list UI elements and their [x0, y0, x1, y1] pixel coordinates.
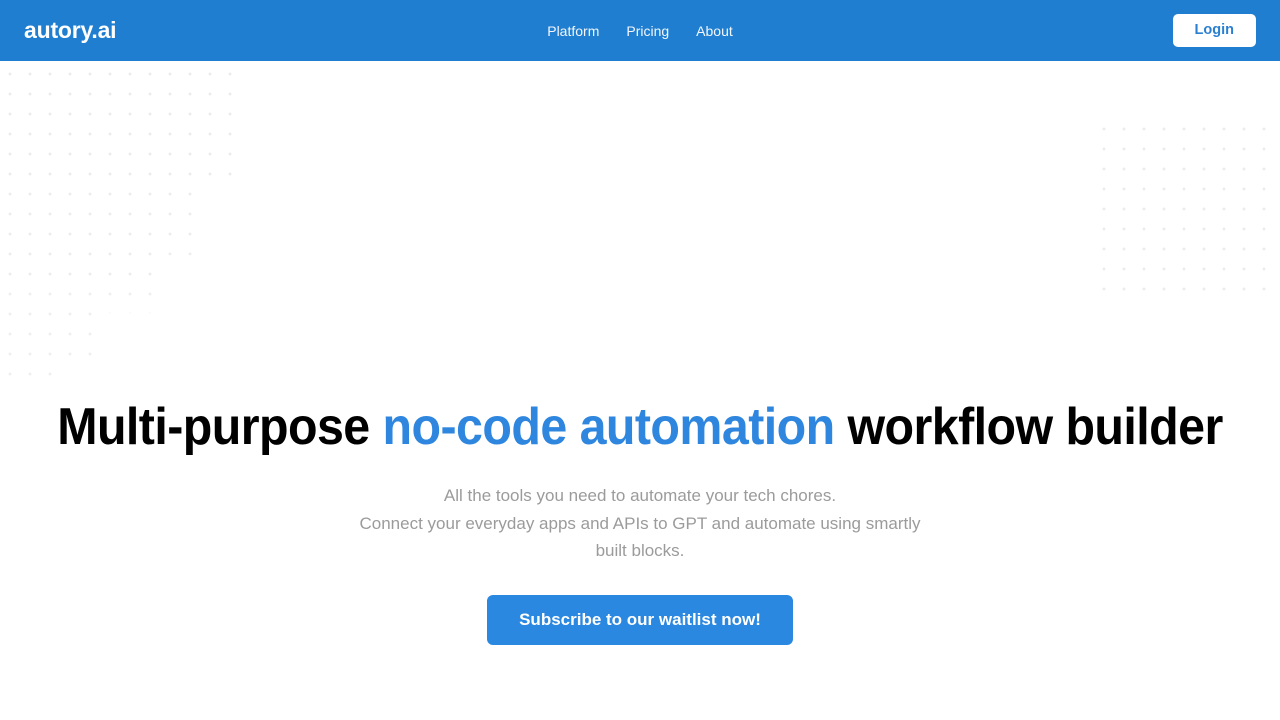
hero-section: Multi-purpose no-code automation workflo…: [0, 61, 1280, 645]
nav-item-platform[interactable]: Platform: [547, 24, 599, 38]
hero-subtitle-line-3: built blocks.: [595, 541, 685, 561]
brand-logo[interactable]: autory.ai: [24, 19, 117, 42]
main-navigation: Platform Pricing About: [0, 0, 1280, 61]
site-header: autory.ai Platform Pricing About Login: [0, 0, 1280, 61]
hero-subtitle-line-2: Connect your everyday apps and APIs to G…: [359, 513, 921, 533]
login-button[interactable]: Login: [1172, 14, 1256, 47]
subscribe-waitlist-button[interactable]: Subscribe to our waitlist now!: [487, 594, 793, 645]
hero-title-accent: no-code automation: [382, 398, 836, 456]
hero-subtitle-line-1: All the tools you need to automate your …: [443, 486, 837, 506]
hero-title-part1: Multi-purpose: [57, 398, 383, 456]
cta-container: Subscribe to our waitlist now!: [0, 594, 1280, 645]
hero-title-part2: workflow builder: [834, 398, 1223, 456]
nav-item-pricing[interactable]: Pricing: [626, 24, 669, 38]
hero-subtitle: All the tools you need to automate your …: [330, 482, 950, 565]
nav-item-about[interactable]: About: [696, 24, 733, 38]
page-title: Multi-purpose no-code automation workflo…: [45, 398, 1235, 456]
header-actions: Login: [1172, 14, 1256, 47]
